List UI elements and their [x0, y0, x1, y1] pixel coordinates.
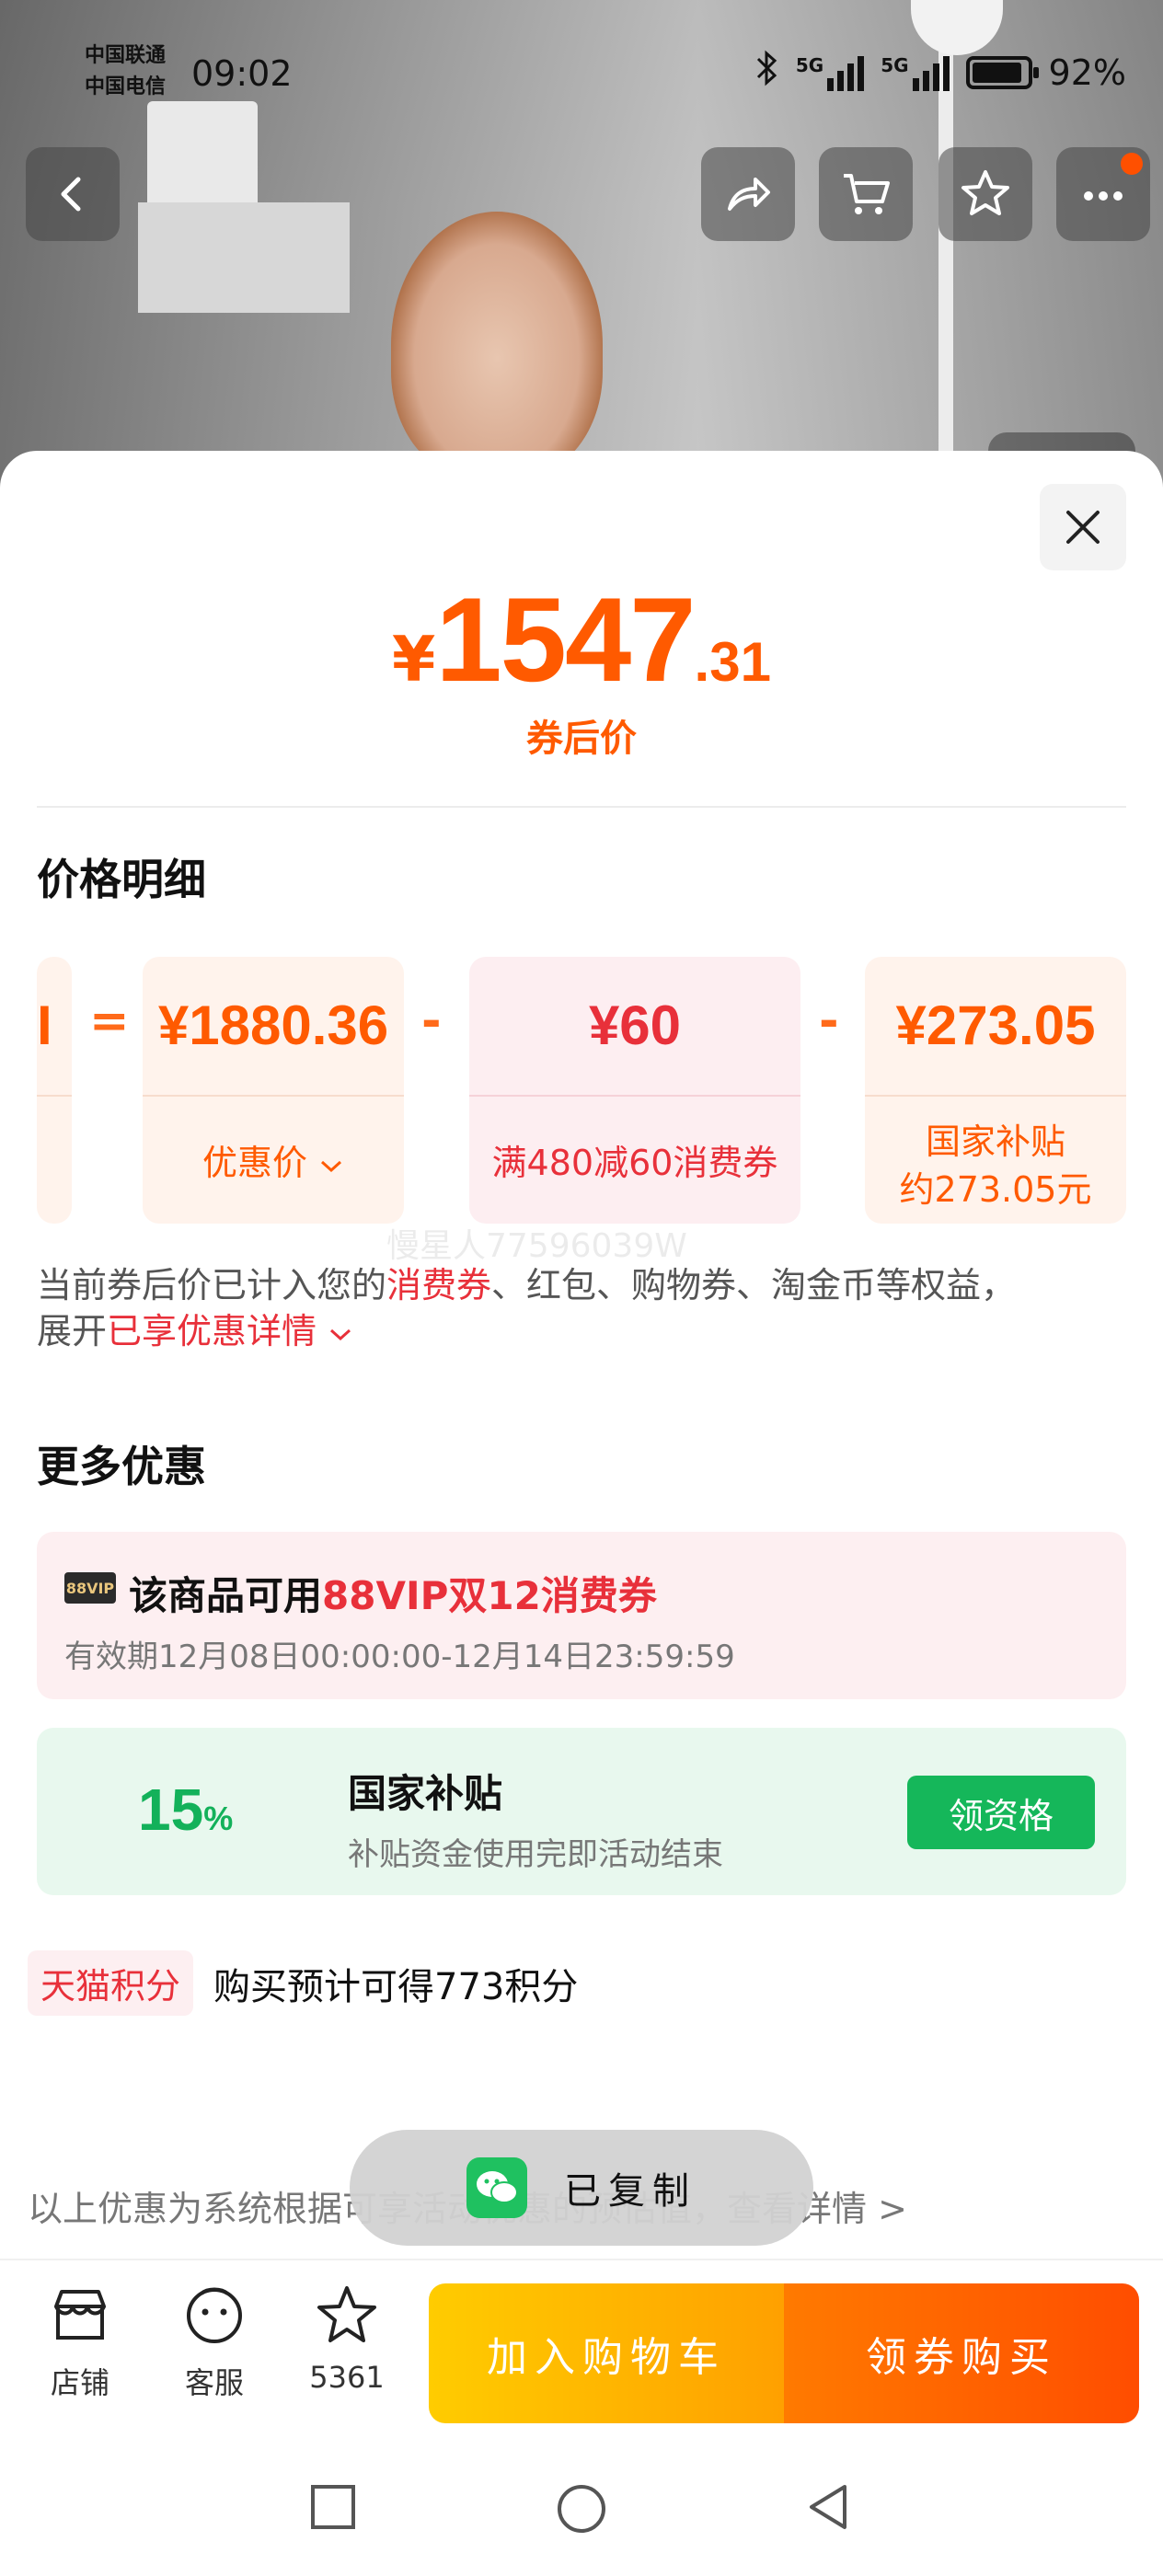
close-icon [1066, 511, 1100, 544]
vip-title: 该商品可用88VIP双12消费券 [129, 1573, 657, 1618]
status-bar: 中国联通 中国电信 09:02 5G 5G 92% [0, 0, 1163, 138]
carrier-2: 中国电信 [85, 75, 167, 98]
vip-validity: 有效期12月08日00:00:00-12月14日23:59:59 [64, 1639, 735, 1675]
bottom-action-bar: 店铺 客服 5361 加入购物车 领券购买 [0, 2259, 1163, 2443]
share-button[interactable] [701, 147, 795, 241]
subsidy-label: 国家补贴 约273.05元 [899, 1121, 1092, 1210]
status-icons: 5G 5G 92% [755, 50, 1126, 95]
subsidy-offer-card: 15% 国家补贴 补贴资金使用完即活动结束 领资格 [37, 1728, 1126, 1895]
equals-sign: = [89, 994, 130, 1049]
signal-icon-1: 5G [796, 54, 865, 91]
subsidy-title: 国家补贴 [348, 1771, 503, 1816]
minus-sign-1: - [421, 994, 442, 1049]
coupon-card: ¥60 满480减60消费券 [469, 957, 800, 1224]
coupon-value: ¥60 [588, 995, 682, 1056]
system-navigation [0, 2443, 1163, 2576]
subsidy-value: ¥273.05 [895, 995, 1096, 1056]
product-ac-box [138, 202, 350, 313]
presenter-face [391, 212, 603, 478]
signal-icon-2: 5G [881, 54, 950, 91]
square-icon [311, 2485, 355, 2529]
divider [37, 806, 1126, 808]
toast-text: 已复制 [564, 2170, 697, 2213]
battery-icon [965, 55, 1039, 89]
service-icon [187, 2287, 242, 2343]
recents-button[interactable] [307, 2481, 359, 2536]
price-detail-title: 价格明细 [37, 855, 206, 904]
price-decimal: .31 [694, 631, 771, 693]
promo-price-card[interactable]: ¥1880.36 优惠价 [143, 957, 404, 1224]
carrier-labels: 中国联通 中国电信 [85, 40, 166, 103]
close-button[interactable] [1040, 484, 1126, 570]
final-price: ¥1547.31 [0, 570, 1163, 708]
clock: 09:02 [191, 53, 293, 94]
wechat-icon [466, 2157, 527, 2218]
price-label: 券后价 [526, 718, 637, 760]
promo-price-label[interactable]: 优惠价 [143, 1139, 404, 1187]
bluetooth-icon [755, 50, 779, 95]
benefit-details-link[interactable]: 已享优惠详情 [107, 1311, 353, 1351]
shop-button[interactable]: 店铺 [29, 2281, 131, 2402]
cart-icon [844, 174, 890, 214]
battery-percent: 92% [1048, 52, 1126, 93]
more-offers-title: 更多优惠 [37, 1442, 206, 1491]
price-description: 当前券后价已计入您的消费券、红包、购物券、淘金币等权益， 展开已享优惠详情 [37, 1265, 1017, 1351]
points-text: 购买预计可得773积分 [213, 1965, 579, 2008]
back-button[interactable] [26, 147, 120, 241]
price-formula: I = ¥1880.36 优惠价 - ¥60 满480减60消费券 - ¥273… [37, 957, 1126, 1224]
more-icon [1084, 191, 1123, 201]
vip-coupon-card[interactable]: 88VIP 该商品可用88VIP双12消费券 有效期12月08日00:00:00… [37, 1532, 1126, 1699]
add-to-cart-button[interactable]: 加入购物车 [429, 2283, 784, 2423]
customer-service-button[interactable]: 客服 [164, 2281, 265, 2402]
subsidy-desc: 补贴资金使用完即活动结束 [348, 1836, 723, 1873]
price-currency: ¥ [392, 624, 436, 696]
price-integer: 1547 [435, 572, 696, 707]
star-icon [961, 170, 1009, 215]
partial-card-value: I [37, 995, 52, 1056]
star-icon [317, 2286, 376, 2342]
shop-icon [54, 2290, 106, 2340]
minus-sign-2: - [819, 994, 839, 1049]
share-icon [728, 178, 770, 211]
tmall-points: 天猫积分 购买预计可得773积分 [28, 1950, 578, 2016]
favorites-button[interactable]: 5361 [296, 2281, 397, 2395]
promo-price-value: ¥1880.36 [157, 995, 389, 1056]
price-detail-sheet: ¥1547.31 券后价 价格明细 I = ¥1880.36 优惠价 - ¥60… [0, 451, 1163, 2576]
carrier-1: 中国联通 [85, 44, 167, 67]
chevron-down-icon [321, 1160, 342, 1173]
vip-badge: 88VIP [64, 1572, 116, 1604]
watermark: 慢星人77596039W [386, 1227, 687, 1265]
triangle-back-icon [810, 2485, 846, 2529]
circle-icon [558, 2485, 605, 2533]
points-tag: 天猫积分 [28, 1950, 194, 2016]
more-button[interactable] [1056, 147, 1150, 241]
favorite-button[interactable] [938, 147, 1032, 241]
chevron-down-icon [330, 1328, 351, 1341]
subsidy-percent: 15% [138, 1777, 234, 1843]
coupon-label: 满480减60消费券 [491, 1143, 778, 1183]
claim-qualification-button[interactable]: 领资格 [907, 1776, 1095, 1849]
subsidy-card: ¥273.05 国家补贴 约273.05元 [865, 957, 1126, 1224]
desc-highlight: 消费券 [386, 1265, 492, 1305]
back-icon [61, 177, 81, 212]
back-nav-button[interactable] [802, 2481, 854, 2536]
buy-with-coupon-button[interactable]: 领券购买 [784, 2283, 1139, 2423]
cart-button[interactable] [819, 147, 913, 241]
notification-dot [1121, 153, 1143, 175]
partial-card: I [37, 957, 72, 1224]
home-button[interactable] [554, 2481, 609, 2540]
copied-toast: 已复制 [350, 2130, 813, 2246]
